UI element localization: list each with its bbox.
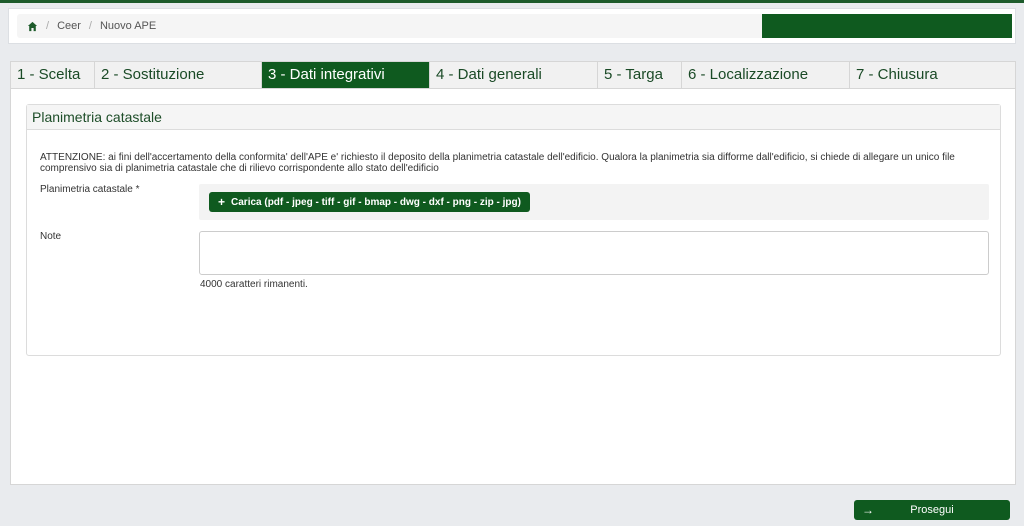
proceed-button[interactable]: → Prosegui [854, 500, 1010, 520]
breadcrumb-bar: / Ceer / Nuovo APE [8, 8, 1016, 44]
planimetria-label: Planimetria catastale * [40, 184, 140, 195]
note-textarea[interactable] [199, 231, 989, 275]
breadcrumb-separator: / [88, 20, 92, 32]
char-counter: 4000 caratteri rimanenti. [200, 279, 308, 290]
note-label: Note [40, 231, 62, 242]
tab-scelta[interactable]: 1 - Scelta [11, 62, 95, 88]
breadcrumb-item-ceer[interactable]: Ceer [57, 20, 81, 32]
breadcrumb-separator: / [46, 20, 50, 32]
upload-button-label: Carica (pdf - jpeg - tiff - gif - bmap -… [231, 196, 521, 208]
tab-localizzazione[interactable]: 6 - Localizzazione [682, 62, 850, 88]
tab-targa[interactable]: 5 - Targa [598, 62, 682, 88]
arrow-right-icon: → [862, 503, 874, 517]
plus-icon: + [218, 195, 226, 209]
tab-dati-integrativi[interactable]: 3 - Dati integrativi [262, 62, 430, 88]
tab-chiusura[interactable]: 7 - Chiusura [850, 62, 1015, 88]
tab-sostituzione[interactable]: 2 - Sostituzione [95, 62, 262, 88]
main-panel: Planimetria catastale ATTENZIONE: ai fin… [10, 89, 1016, 485]
tab-dati-generali[interactable]: 4 - Dati generali [430, 62, 598, 88]
section-title: Planimetria catastale [27, 105, 1000, 130]
upload-button[interactable]: + Carica (pdf - jpeg - tiff - gif - bmap… [209, 192, 530, 212]
top-accent-strip [0, 0, 1024, 3]
breadcrumb: / Ceer / Nuovo APE [17, 14, 767, 38]
proceed-button-label: Prosegui [910, 504, 954, 516]
upload-area: + Carica (pdf - jpeg - tiff - gif - bmap… [199, 184, 989, 220]
planimetria-section: Planimetria catastale ATTENZIONE: ai fin… [26, 104, 1001, 356]
breadcrumb-item-current: Nuovo APE [99, 20, 157, 32]
home-icon[interactable] [27, 21, 38, 32]
wizard-tabs: 1 - Scelta 2 - Sostituzione 3 - Dati int… [10, 61, 1016, 89]
attention-notice: ATTENZIONE: ai fini dell'accertamento de… [40, 152, 955, 174]
header-banner [762, 14, 1012, 38]
